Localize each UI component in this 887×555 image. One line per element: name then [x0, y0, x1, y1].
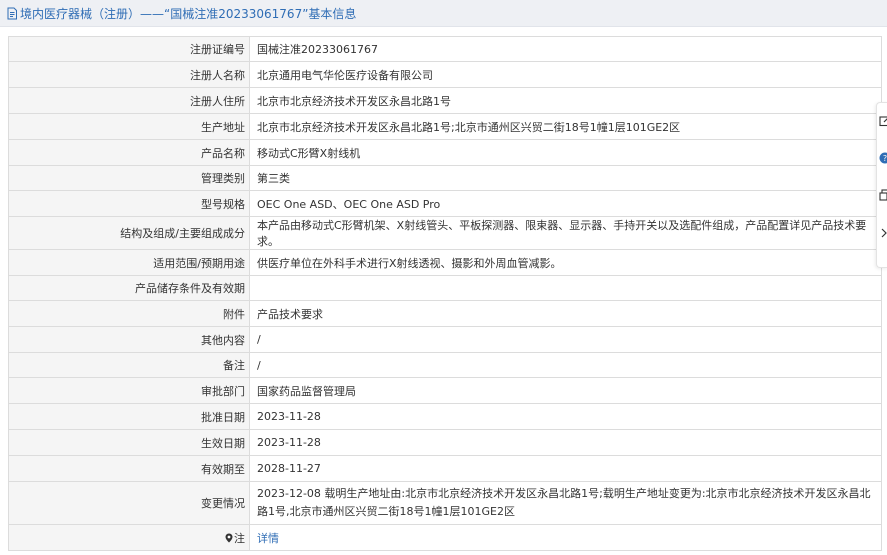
row-label: 注册证编号 — [8, 36, 250, 62]
edit-icon[interactable] — [879, 115, 887, 127]
row-value: 2028-11-27 — [249, 455, 882, 482]
row-label: 管理类别 — [8, 165, 250, 191]
document-icon — [6, 7, 18, 20]
row-value: 2023-11-28 — [249, 403, 882, 430]
svg-text:?: ? — [883, 154, 887, 163]
table-row: 生产地址 北京市北京经济技术开发区永昌北路1号;北京市通州区兴贸二街18号1幢1… — [8, 113, 882, 140]
table-row: 产品名称 移动式C形臂X射线机 — [8, 139, 882, 166]
row-value: / — [249, 326, 882, 353]
note-label: 注 — [234, 531, 245, 545]
copy-icon[interactable] — [879, 189, 887, 201]
row-value: 国家药品监督管理局 — [249, 377, 882, 404]
table-row: 附件 产品技术要求 — [8, 300, 882, 327]
row-value: 2023-12-08 载明生产地址由:北京市北京经济技术开发区永昌北路1号;载明… — [249, 481, 882, 525]
table-row: 批准日期 2023-11-28 — [8, 403, 882, 430]
table-row: 结构及组成/主要组成成分 本产品由移动式C形臂机架、X射线管头、平板探测器、限束… — [8, 216, 882, 250]
row-label: 结构及组成/主要组成成分 — [8, 216, 250, 250]
row-label: 注册人住所 — [8, 87, 250, 114]
row-label: 变更情况 — [8, 481, 250, 525]
table-row: 注册人住所 北京市北京经济技术开发区永昌北路1号 — [8, 87, 882, 114]
row-label: 产品储存条件及有效期 — [8, 275, 250, 301]
row-label: 备注 — [8, 352, 250, 378]
help-icon[interactable]: ? — [879, 152, 887, 164]
row-label: 批准日期 — [8, 403, 250, 430]
row-label: 审批部门 — [8, 377, 250, 404]
row-label: 注 — [8, 524, 250, 551]
page-title: 境内医疗器械（注册）——“国械注准20233061767”基本信息 — [20, 6, 357, 21]
page-header: 境内医疗器械（注册）——“国械注准20233061767”基本信息 — [0, 0, 887, 27]
table-row: 其他内容 / — [8, 326, 882, 353]
table-row: 适用范围/预期用途 供医疗单位在外科手术进行X射线透视、摄影和外周血管减影。 — [8, 249, 882, 276]
table-row: 有效期至 2028-11-27 — [8, 455, 882, 482]
row-value: 国械注准20233061767 — [249, 36, 882, 62]
row-value: 详情 — [249, 524, 882, 551]
side-toolbar: ? — [876, 102, 887, 268]
row-value: 北京市北京经济技术开发区永昌北路1号 — [249, 87, 882, 114]
table-row: 产品储存条件及有效期 — [8, 275, 882, 301]
row-value: 北京通用电气华伦医疗设备有限公司 — [249, 61, 882, 88]
row-value: OEC One ASD、OEC One ASD Pro — [249, 190, 882, 217]
table-row: 注 详情 — [8, 524, 882, 551]
row-label: 产品名称 — [8, 139, 250, 166]
table-row: 注册人名称 北京通用电气华伦医疗设备有限公司 — [8, 61, 882, 88]
row-value: 供医疗单位在外科手术进行X射线透视、摄影和外周血管减影。 — [249, 249, 882, 276]
details-link[interactable]: 详情 — [257, 532, 279, 545]
table-row: 注册证编号 国械注准20233061767 — [8, 36, 882, 62]
table-row: 变更情况 2023-12-08 载明生产地址由:北京市北京经济技术开发区永昌北路… — [8, 481, 882, 525]
row-label: 有效期至 — [8, 455, 250, 482]
row-value: / — [249, 352, 882, 378]
chevron-right-icon[interactable] — [879, 227, 887, 239]
registration-info-table: 注册证编号 国械注准20233061767 注册人名称 北京通用电气华伦医疗设备… — [8, 36, 882, 551]
row-value: 第三类 — [249, 165, 882, 191]
row-label: 其他内容 — [8, 326, 250, 353]
location-pin-icon — [225, 533, 233, 546]
table-row: 管理类别 第三类 — [8, 165, 882, 191]
row-label: 附件 — [8, 300, 250, 327]
row-value: 2023-11-28 — [249, 429, 882, 456]
table-row: 审批部门 国家药品监督管理局 — [8, 377, 882, 404]
row-value: 移动式C形臂X射线机 — [249, 139, 882, 166]
row-label: 生产地址 — [8, 113, 250, 140]
row-label: 生效日期 — [8, 429, 250, 456]
row-value: 北京市北京经济技术开发区永昌北路1号;北京市通州区兴贸二街18号1幢1层101G… — [249, 113, 882, 140]
row-value: 产品技术要求 — [249, 300, 882, 327]
row-label: 注册人名称 — [8, 61, 250, 88]
row-value: 本产品由移动式C形臂机架、X射线管头、平板探测器、限束器、显示器、手持开关以及选… — [249, 216, 882, 250]
table-row: 型号规格 OEC One ASD、OEC One ASD Pro — [8, 190, 882, 217]
row-value — [249, 275, 882, 301]
row-label: 型号规格 — [8, 190, 250, 217]
table-row: 备注 / — [8, 352, 882, 378]
row-label: 适用范围/预期用途 — [8, 249, 250, 276]
table-row: 生效日期 2023-11-28 — [8, 429, 882, 456]
